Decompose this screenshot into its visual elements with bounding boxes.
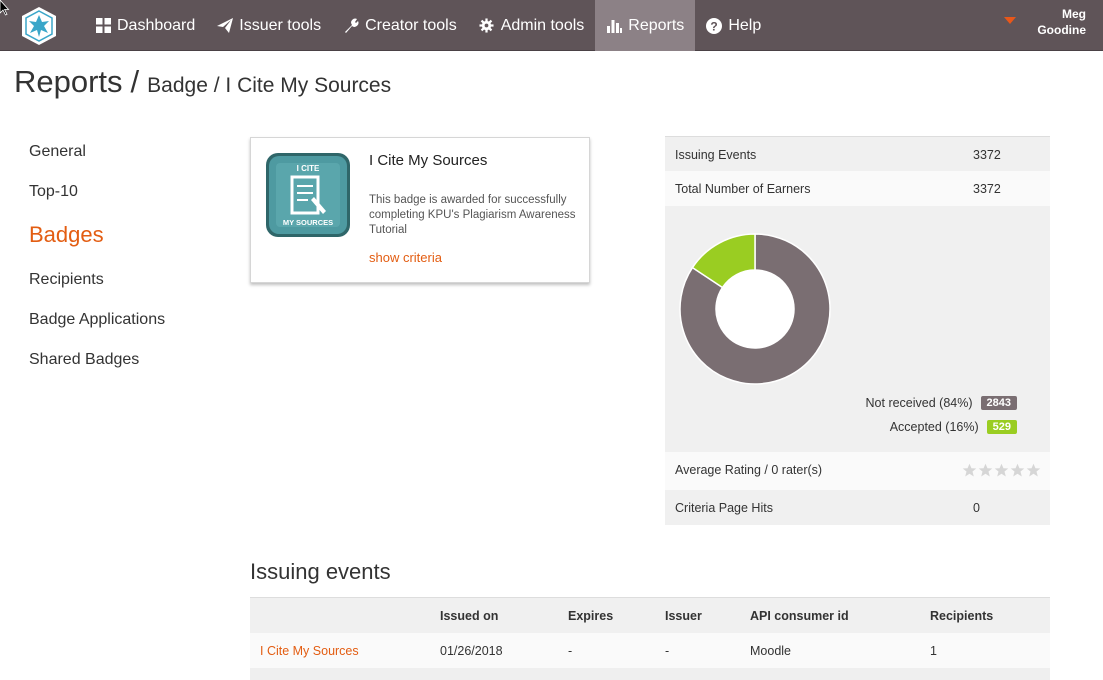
- issuing-events-heading: Issuing events: [250, 559, 391, 584]
- sidebar-item-shared-badges[interactable]: Shared Badges: [29, 348, 165, 388]
- nav-creator-tools[interactable]: Creator tools: [332, 0, 468, 51]
- event-issued-on: 01/26/2018: [440, 644, 503, 658]
- paper-plane-icon: [217, 18, 234, 34]
- user-first-name: Meg: [1062, 7, 1086, 21]
- total-earners-label: Total Number of Earners: [675, 182, 811, 196]
- legend-not-received: Not received (84%) 2843: [866, 396, 1017, 410]
- chart-area: Not received (84%) 2843 Accepted (16%) 5…: [665, 206, 1050, 452]
- site-logo[interactable]: [20, 6, 58, 46]
- wrench-icon: [343, 18, 359, 34]
- legend-accepted-count: 529: [986, 420, 1017, 434]
- event-expires: -: [568, 644, 573, 658]
- col-header-issuer[interactable]: Issuer: [665, 609, 702, 623]
- star-icon: [1010, 463, 1025, 477]
- event-recipients: 1: [930, 644, 937, 658]
- badge-title: I Cite My Sources: [369, 152, 488, 169]
- donut-chart: [679, 233, 831, 385]
- gear-icon: [479, 18, 495, 34]
- sidebar-item-top-10[interactable]: Top-10: [29, 180, 165, 220]
- svg-text:?: ?: [711, 19, 718, 33]
- event-api-consumer: Moodle: [750, 644, 791, 658]
- col-header-issued-on[interactable]: Issued on: [440, 609, 498, 623]
- nav-issuer-tools-label: Issuer tools: [239, 16, 322, 34]
- show-criteria-link[interactable]: show criteria: [369, 250, 442, 265]
- legend-not-received-count: 2843: [980, 396, 1017, 410]
- sidebar-item-badge-applications[interactable]: Badge Applications: [29, 308, 165, 348]
- nav-help[interactable]: ? Help: [695, 0, 772, 51]
- total-earners-value: 3372: [973, 182, 1001, 196]
- table-row: I Cite My Sources 01/26/2018 - - Moodle …: [250, 633, 1050, 668]
- top-nav-bar: Dashboard Issuer tools Creator tools Adm…: [0, 0, 1103, 51]
- star-icon: [978, 463, 993, 477]
- event-issuer: -: [665, 644, 670, 658]
- stat-row-issuing-events: Issuing Events 3372: [665, 136, 1050, 171]
- sidebar: General Top-10 Badges Recipients Badge A…: [29, 140, 165, 388]
- badge-image-text-top: I CITE: [297, 164, 320, 173]
- user-last-name: Goodine: [1037, 23, 1086, 37]
- bar-chart-icon: [606, 18, 622, 34]
- mouse-cursor-icon: [0, 0, 10, 16]
- rating-stars[interactable]: [962, 463, 1042, 478]
- nav-reports-label: Reports: [628, 16, 685, 34]
- col-header-expires[interactable]: Expires: [568, 609, 613, 623]
- sidebar-item-badges[interactable]: Badges: [29, 220, 165, 268]
- event-badge-link[interactable]: I Cite My Sources: [260, 644, 359, 658]
- table-header: Issued on Expires Issuer API consumer id…: [250, 598, 1050, 633]
- col-header-recipients[interactable]: Recipients: [930, 609, 993, 623]
- badge-description: This badge is awarded for successfully c…: [369, 194, 576, 236]
- col-header-api-consumer[interactable]: API consumer id: [750, 609, 849, 623]
- issuing-events-value: 3372: [973, 148, 1001, 162]
- stats-panel: Issuing Events 3372 Total Number of Earn…: [665, 136, 1050, 525]
- table-row: [250, 668, 1050, 680]
- breadcrumb-sub: Badge / I Cite My Sources: [147, 74, 392, 97]
- sidebar-item-general[interactable]: General: [29, 140, 165, 180]
- breadcrumb-main[interactable]: Reports: [14, 64, 123, 100]
- sidebar-item-recipients[interactable]: Recipients: [29, 268, 165, 308]
- nav-reports[interactable]: Reports: [595, 0, 696, 51]
- dashboard-icon: [95, 18, 111, 34]
- help-icon: ?: [706, 17, 723, 34]
- nav-admin-tools-label: Admin tools: [500, 16, 585, 34]
- nav-dashboard-label: Dashboard: [117, 16, 196, 34]
- legend-accepted: Accepted (16%) 529: [890, 420, 1017, 434]
- badge-image-text-bottom: MY SOURCES: [283, 218, 333, 227]
- user-menu[interactable]: Meg Goodine: [1037, 6, 1086, 38]
- nav-issuer-tools[interactable]: Issuer tools: [206, 0, 332, 51]
- nav-creator-tools-label: Creator tools: [365, 16, 457, 34]
- criteria-hits-value: 0: [973, 501, 980, 515]
- star-icon: [962, 463, 977, 477]
- donut-hole: [716, 270, 794, 348]
- user-menu-caret-icon[interactable]: [1004, 17, 1016, 24]
- legend-not-received-label: Not received (84%): [865, 396, 973, 410]
- badge-image: I CITE MY SOURCES: [266, 153, 350, 237]
- legend-accepted-label: Accepted (16%): [889, 420, 979, 434]
- badge-card: I CITE MY SOURCES I Cite My Sources This…: [250, 137, 590, 283]
- star-icon: [1026, 463, 1041, 477]
- stat-row-total-earners: Total Number of Earners 3372: [665, 171, 1050, 206]
- main-nav: Dashboard Issuer tools Creator tools Adm…: [84, 0, 772, 51]
- rating-label: Average Rating / 0 rater(s): [675, 463, 823, 477]
- stat-row-criteria-hits: Criteria Page Hits 0: [665, 490, 1050, 525]
- issuing-events-table: Issued on Expires Issuer API consumer id…: [250, 597, 1050, 680]
- nav-admin-tools[interactable]: Admin tools: [468, 0, 596, 51]
- criteria-hits-label: Criteria Page Hits: [675, 501, 773, 515]
- star-icon: [994, 463, 1009, 477]
- breadcrumb-separator: /: [130, 64, 140, 99]
- stat-row-rating: Average Rating / 0 rater(s): [665, 452, 1050, 490]
- nav-dashboard[interactable]: Dashboard: [84, 0, 206, 51]
- breadcrumb: Reports / Badge / I Cite My Sources: [14, 64, 391, 100]
- nav-help-label: Help: [728, 16, 762, 34]
- issuing-events-label: Issuing Events: [675, 148, 757, 162]
